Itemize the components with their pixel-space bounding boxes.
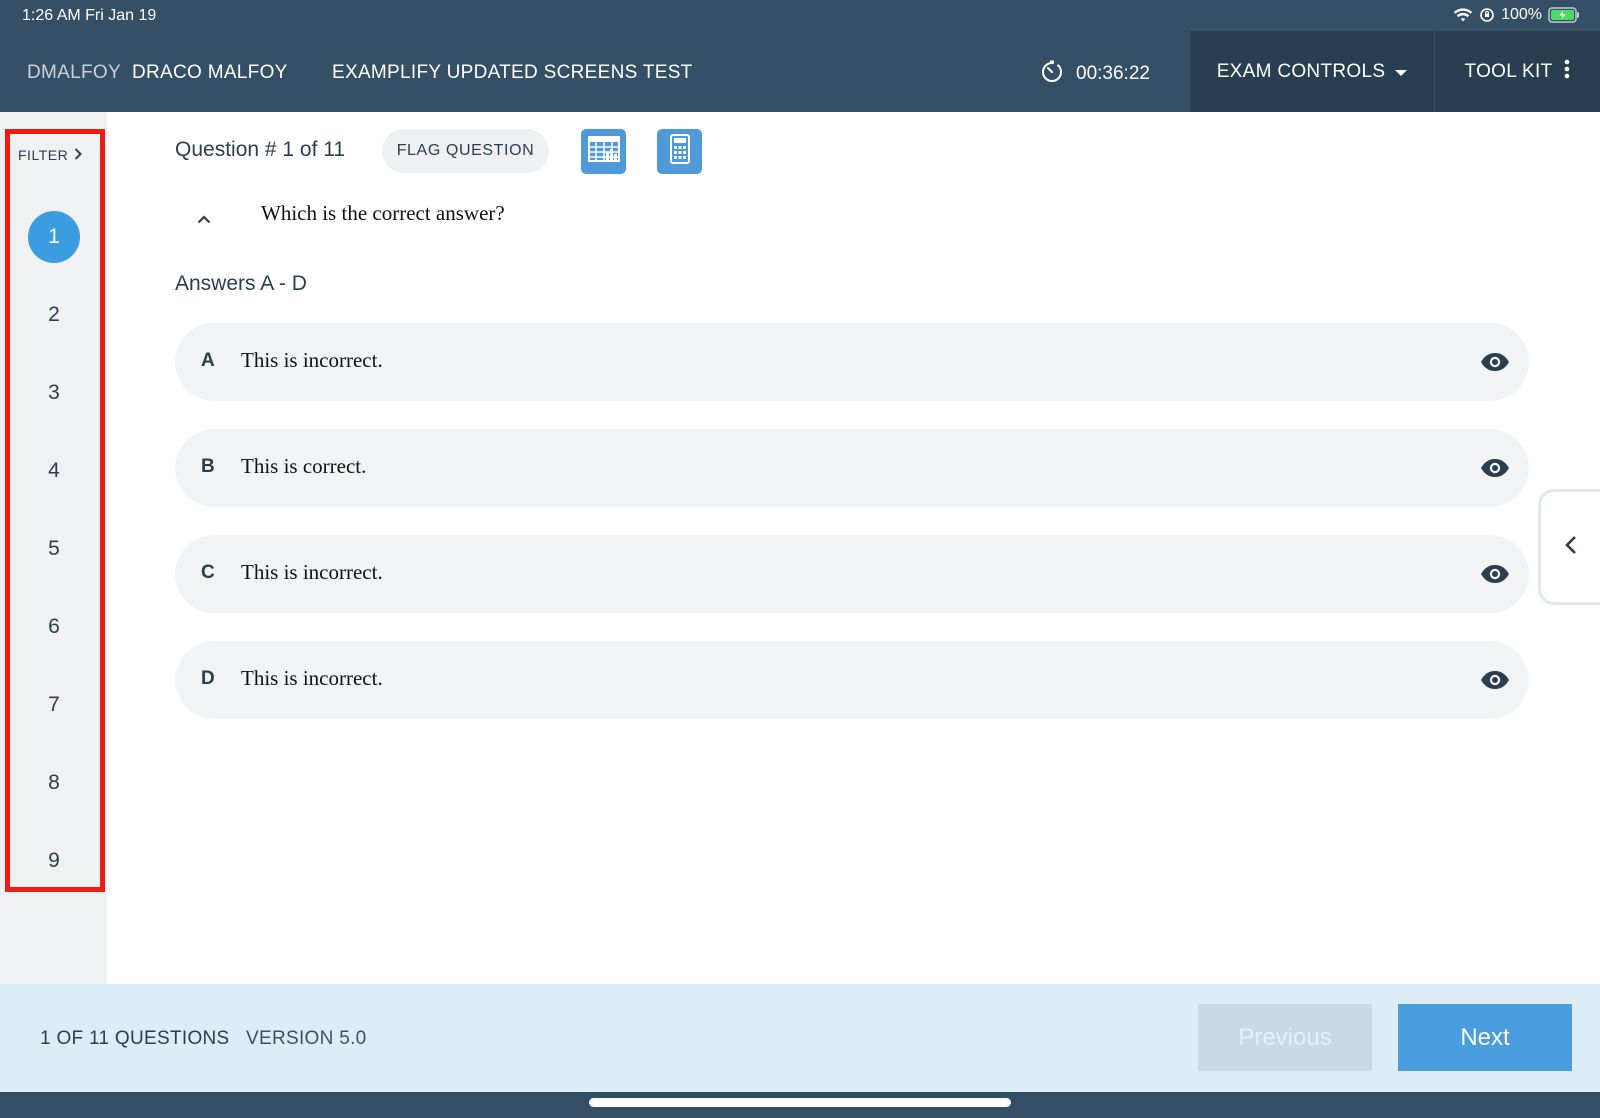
answer-text: This is correct. — [241, 454, 367, 478]
answer-text: This is incorrect. — [241, 666, 383, 690]
answer-letter: D — [201, 668, 215, 689]
exam-controls-menu[interactable]: EXAM CONTROLS — [1190, 31, 1434, 112]
tool-kit-label: TOOL KIT — [1464, 60, 1553, 82]
status-indicators: 100% — [1453, 6, 1580, 24]
next-button[interactable]: Next — [1398, 1004, 1572, 1071]
answer-option-d[interactable]: D This is incorrect. — [175, 641, 1529, 719]
timer-value: 00:36:22 — [1076, 63, 1150, 84]
orientation-lock-icon — [1479, 7, 1495, 23]
question-count: 1 OF 11 QUESTIONS — [40, 1028, 230, 1049]
sidebar-question-3[interactable]: 3 — [28, 367, 80, 419]
calculator-button[interactable] — [657, 129, 702, 174]
timer-icon — [1040, 59, 1064, 89]
tool-kit-menu[interactable]: TOOL KIT — [1435, 31, 1600, 112]
chevron-right-icon — [74, 147, 83, 163]
answer-letter: B — [201, 456, 215, 477]
exam-timer[interactable]: 00:36:22 — [1040, 59, 1150, 89]
question-number-label: Question # 1 of 11 — [175, 138, 346, 161]
chevron-left-icon — [1564, 535, 1577, 560]
sidebar-question-6[interactable]: 6 — [28, 601, 80, 653]
footer-bar: 1 OF 11 QUESTIONS VERSION 5.0 Previous N… — [0, 984, 1600, 1092]
answer-letter: A — [201, 350, 215, 371]
header-full-name: DRACO MALFOY — [132, 62, 288, 83]
sidebar-question-2[interactable]: 2 — [28, 289, 80, 341]
answers-heading: Answers A - D — [175, 272, 307, 295]
sidebar-question-4[interactable]: 4 — [28, 445, 80, 497]
answer-text: This is incorrect. — [241, 560, 383, 584]
home-indicator[interactable] — [589, 1098, 1011, 1107]
flag-question-button[interactable]: FLAG QUESTION — [382, 129, 549, 173]
spreadsheet-icon — [587, 136, 620, 167]
eye-icon[interactable] — [1479, 559, 1511, 589]
eye-icon[interactable] — [1479, 347, 1511, 377]
sidebar-question-5[interactable]: 5 — [28, 523, 80, 575]
sidebar-question-1[interactable]: 1 — [28, 211, 80, 263]
previous-button[interactable]: Previous — [1198, 1004, 1372, 1071]
header-username: DMALFOY — [27, 62, 121, 83]
answer-option-c[interactable]: C This is incorrect. — [175, 535, 1529, 613]
filter-button[interactable]: FILTER — [18, 147, 83, 163]
header-exam-title: EXAMPLIFY UPDATED SCREENS TEST — [332, 62, 693, 83]
caret-down-icon — [1395, 61, 1408, 83]
status-time: 1:26 AM Fri Jan 19 — [22, 7, 157, 24]
home-bar-area — [0, 1092, 1600, 1118]
battery-percent: 100% — [1501, 6, 1542, 23]
chevron-up-icon — [197, 211, 211, 229]
eye-icon[interactable] — [1479, 453, 1511, 483]
spreadsheet-button[interactable] — [581, 129, 626, 174]
collapse-question-button[interactable] — [192, 208, 216, 232]
answer-letter: C — [201, 562, 215, 583]
question-text: Which is the correct answer? — [261, 201, 505, 225]
answer-option-a[interactable]: A This is incorrect. — [175, 323, 1529, 401]
calculator-icon — [669, 134, 690, 169]
version-label: VERSION 5.0 — [246, 1028, 367, 1049]
more-vertical-icon — [1564, 59, 1570, 85]
answer-text: This is incorrect. — [241, 348, 383, 372]
answer-option-b[interactable]: B This is correct. — [175, 429, 1529, 507]
sidebar-question-8[interactable]: 8 — [28, 757, 80, 809]
eye-icon[interactable] — [1479, 665, 1511, 695]
top-bar: 1:26 AM Fri Jan 19 100% DMALFOY DRACO MA… — [0, 0, 1600, 112]
sidebar-question-9[interactable]: 9 — [28, 835, 80, 887]
filter-label: FILTER — [18, 147, 69, 163]
battery-icon — [1548, 7, 1580, 23]
wifi-icon — [1453, 7, 1473, 23]
exam-controls-label: EXAM CONTROLS — [1216, 60, 1386, 82]
side-panel-toggle[interactable] — [1538, 489, 1600, 605]
sidebar-question-7[interactable]: 7 — [28, 679, 80, 731]
